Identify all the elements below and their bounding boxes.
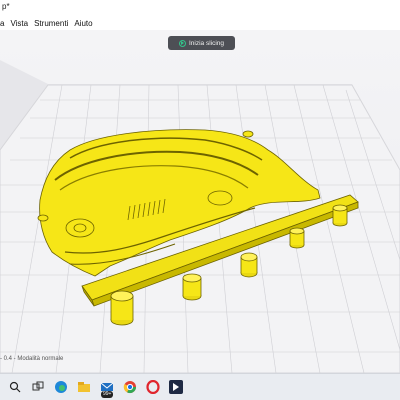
model-mirror-left bbox=[37, 214, 49, 222]
model-peg-5 bbox=[332, 204, 348, 227]
menu-bar: a Vista Strumenti Aiuto bbox=[0, 16, 400, 30]
chrome-icon[interactable] bbox=[123, 380, 137, 394]
menu-item-file[interactable]: a bbox=[0, 19, 4, 28]
opera-icon[interactable] bbox=[146, 379, 160, 395]
menu-item-view[interactable]: Vista bbox=[10, 19, 28, 28]
model-peg-2 bbox=[182, 273, 202, 301]
window-title: p* bbox=[0, 0, 400, 16]
3d-viewport[interactable] bbox=[0, 30, 400, 373]
model-headlight-left bbox=[65, 218, 95, 238]
menu-item-help[interactable]: Aiuto bbox=[74, 19, 92, 28]
status-text: - 0.4 - Modalità normale bbox=[0, 356, 64, 362]
model-mirror-right bbox=[242, 130, 254, 138]
search-icon[interactable] bbox=[8, 380, 22, 394]
task-view-icon[interactable] bbox=[31, 380, 45, 394]
cura-icon[interactable] bbox=[169, 380, 183, 394]
model-peg-4 bbox=[289, 227, 305, 249]
mail-badge: 99+ bbox=[101, 391, 114, 398]
edge-icon[interactable] bbox=[54, 380, 68, 394]
model-peg-1 bbox=[110, 290, 134, 326]
file-explorer-icon[interactable] bbox=[77, 380, 91, 394]
play-icon bbox=[178, 39, 186, 47]
taskbar: 99+ bbox=[0, 373, 400, 400]
menu-item-tools[interactable]: Strumenti bbox=[34, 19, 68, 28]
model-headlight-right bbox=[207, 190, 233, 206]
start-slicing-label: Inizia slicing bbox=[188, 39, 225, 47]
start-slicing-button[interactable]: Inizia slicing bbox=[168, 36, 235, 50]
model-peg-3 bbox=[240, 252, 258, 278]
